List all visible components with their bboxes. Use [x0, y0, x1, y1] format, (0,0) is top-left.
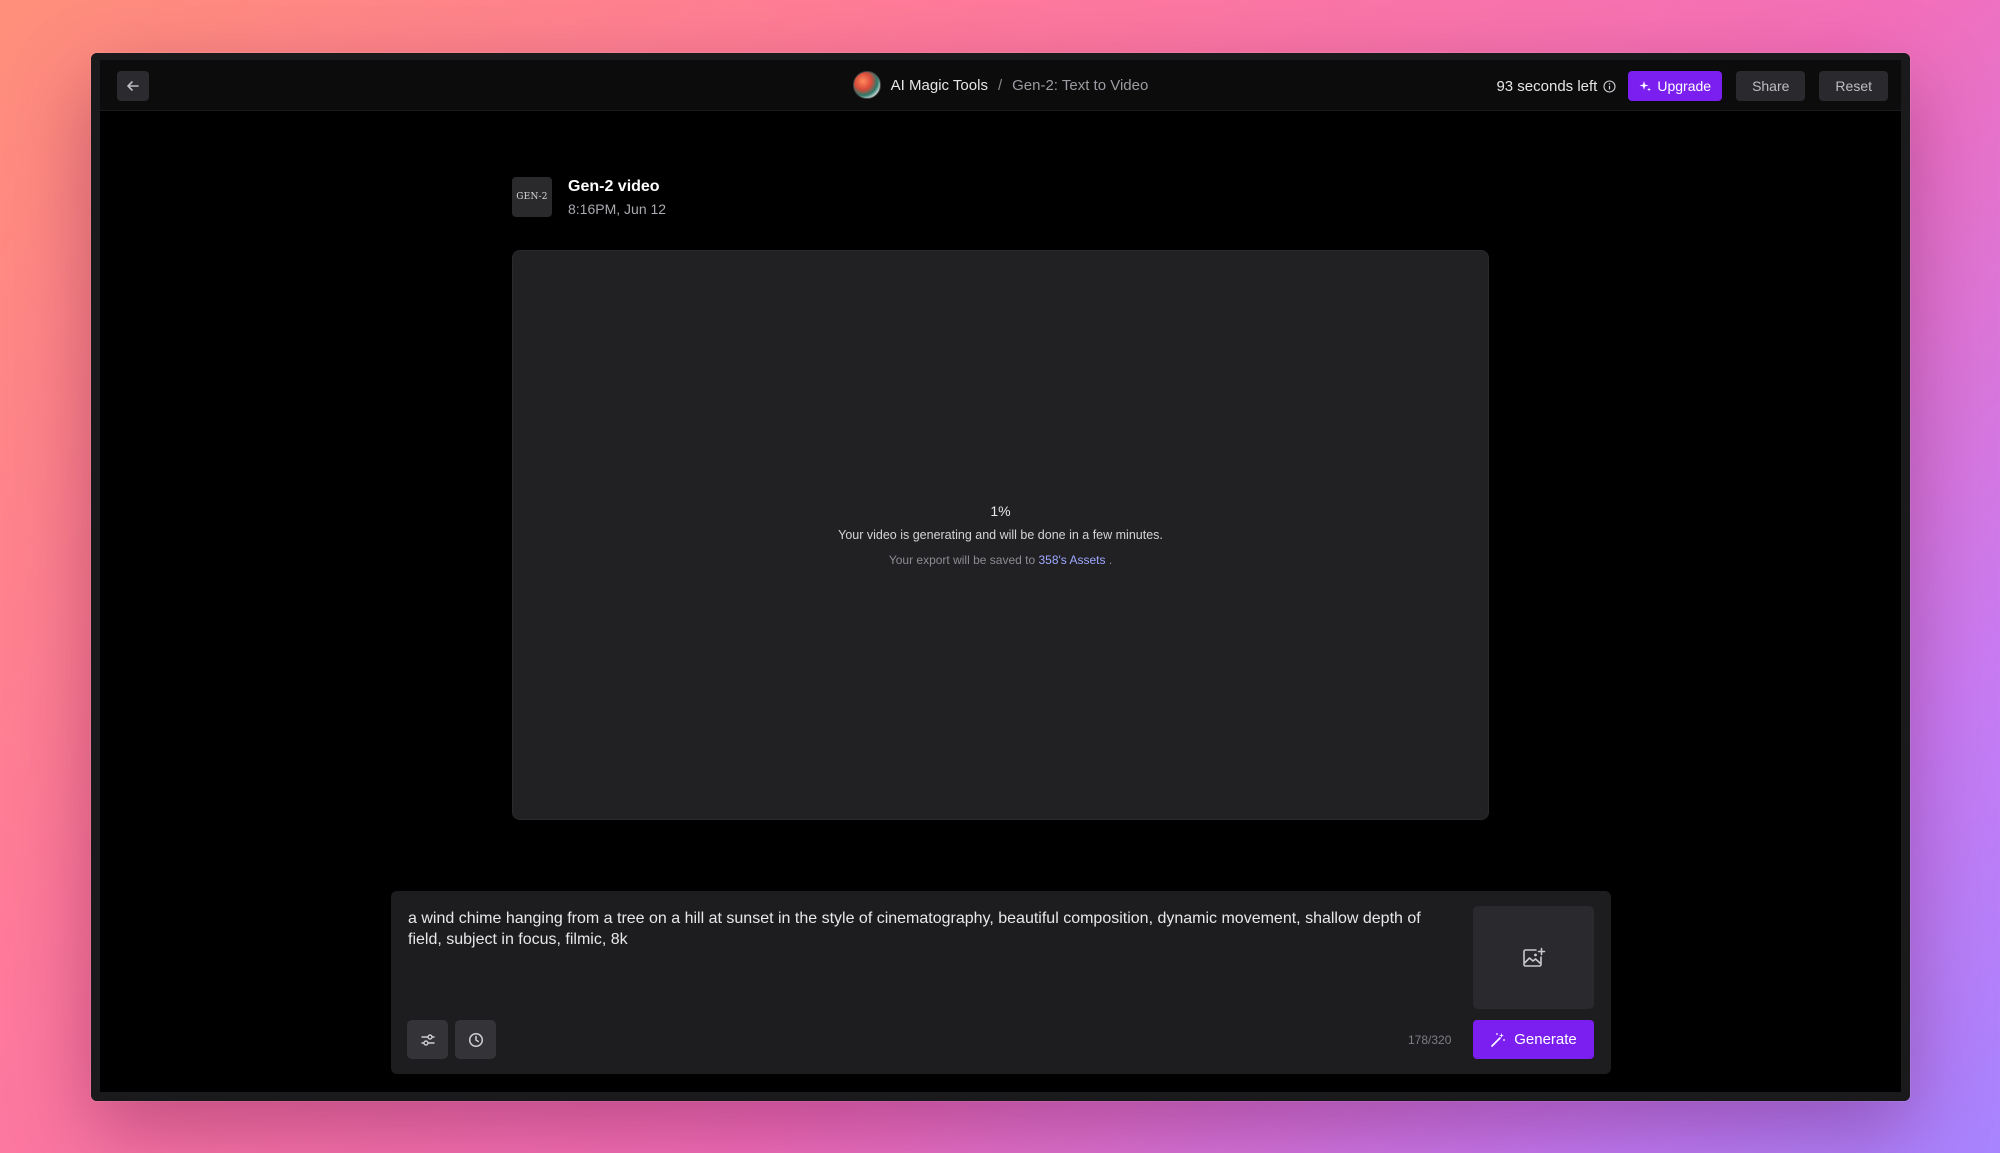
generation-header: GEN-2 Gen-2 video 8:16PM, Jun 12: [512, 177, 666, 217]
upgrade-button-label: Upgrade: [1657, 78, 1712, 94]
info-icon[interactable]: [1603, 79, 1616, 93]
video-preview: 1% Your video is generating and will be …: [512, 250, 1489, 820]
image-upload-button[interactable]: [1473, 906, 1594, 1009]
breadcrumb-app-name[interactable]: AI Magic Tools: [891, 77, 988, 94]
sliders-icon: [420, 1033, 435, 1046]
generation-timestamp: 8:16PM, Jun 12: [568, 200, 667, 217]
upgrade-button[interactable]: Upgrade: [1628, 71, 1723, 101]
image-add-icon: [1522, 947, 1545, 967]
prompt-input[interactable]: a wind chime hanging from a tree on a hi…: [408, 908, 1448, 950]
progress-percent: 1%: [990, 503, 1011, 519]
settings-button[interactable]: [407, 1020, 448, 1059]
gen2-logo: GEN-2: [512, 177, 552, 217]
prompt-composer: a wind chime hanging from a tree on a hi…: [391, 891, 1611, 1074]
export-prefix: Your export will be saved to: [888, 553, 1036, 567]
export-suffix: .: [1108, 553, 1113, 567]
header-actions: 93 seconds left Upgrade Share Reset: [1496, 71, 1888, 101]
export-location: Your export will be saved to 358's Asset…: [889, 553, 1112, 567]
reset-button[interactable]: Reset: [1819, 71, 1888, 101]
top-bar: AI Magic Tools / Gen-2: Text to Video 93…: [100, 60, 1901, 111]
history-button[interactable]: [455, 1020, 496, 1059]
magic-wand-icon: [1491, 1032, 1506, 1047]
generate-button[interactable]: Generate: [1473, 1020, 1594, 1059]
time-remaining-text: 93 seconds left: [1496, 77, 1598, 95]
generation-meta: Gen-2 video 8:16PM, Jun 12: [568, 178, 666, 217]
arrow-left-icon: [127, 81, 139, 91]
share-button[interactable]: Share: [1736, 71, 1806, 101]
generation-status-message: Your video is generating and will be don…: [838, 528, 1163, 542]
app-window: AI Magic Tools / Gen-2: Text to Video 93…: [91, 53, 1910, 1101]
avatar[interactable]: [852, 71, 881, 99]
character-count: 178/320: [1408, 1033, 1452, 1047]
time-remaining: 93 seconds left: [1496, 78, 1616, 95]
generation-title: Gen-2 video: [568, 177, 660, 195]
back-button[interactable]: [117, 71, 149, 101]
breadcrumb-separator: /: [997, 76, 1003, 94]
breadcrumb-current-page: Gen-2: Text to Video: [1012, 76, 1149, 94]
clock-icon: [468, 1032, 483, 1047]
generate-button-label: Generate: [1514, 1031, 1577, 1048]
sparkle-icon: [1639, 80, 1652, 91]
assets-link[interactable]: 358's Assets: [1038, 553, 1105, 567]
